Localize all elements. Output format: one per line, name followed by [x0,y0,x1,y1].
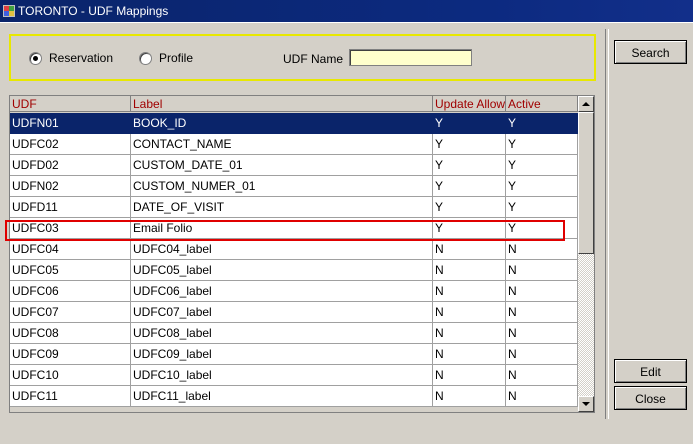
cell-label: CUSTOM_NUMER_01 [131,176,433,197]
cell-update-allow: Y [433,155,506,176]
cell-udf: UDFC08 [10,323,131,344]
cell-label: CUSTOM_DATE_01 [131,155,433,176]
header-label[interactable]: Label [131,96,433,112]
cell-label: DATE_OF_VISIT [131,197,433,218]
udf-table: UDF Label Update Allow Active UDFN01 BOOK… [9,95,595,413]
cell-label: UDFC07_label [131,302,433,323]
cell-update-allow: N [433,365,506,386]
cell-udf: UDFD02 [10,155,131,176]
table-row[interactable]: UDFD11 DATE_OF_VISIT Y Y [10,197,578,218]
vertical-scrollbar[interactable] [578,96,594,412]
cell-update-allow: Y [433,134,506,155]
cell-label: UDFC10_label [131,365,433,386]
table-row[interactable]: UDFC04 UDFC04_label N N [10,239,578,260]
window-title: TORONTO - UDF Mappings [18,4,169,18]
udf-name-input[interactable] [349,49,472,66]
cell-active: Y [506,218,578,239]
cell-active: Y [506,197,578,218]
cell-udf: UDFC10 [10,365,131,386]
cell-udf: UDFN01 [10,113,131,134]
arrow-down-icon [582,402,590,406]
cell-label: Email Folio [131,218,433,239]
scroll-down-button[interactable] [578,396,594,412]
table-row[interactable]: UDFC02 CONTACT_NAME Y Y [10,134,578,155]
filter-panel: Reservation Profile UDF Name [9,34,596,81]
table-row[interactable]: UDFD02 CUSTOM_DATE_01 Y Y [10,155,578,176]
cell-active: N [506,386,578,407]
cell-active: N [506,302,578,323]
cell-update-allow: Y [433,113,506,134]
table-row[interactable]: UDFC11 UDFC11_label N N [10,386,578,407]
table-row[interactable]: UDFC05 UDFC05_label N N [10,260,578,281]
cell-update-allow: N [433,344,506,365]
table-row[interactable]: UDFC07 UDFC07_label N N [10,302,578,323]
title-bar: TORONTO - UDF Mappings [0,0,693,22]
search-button[interactable]: Search [614,40,687,64]
header-udf[interactable]: UDF [10,96,131,112]
cell-update-allow: N [433,260,506,281]
table-row[interactable]: UDFC06 UDFC06_label N N [10,281,578,302]
cell-update-allow: Y [433,218,506,239]
cell-udf: UDFC09 [10,344,131,365]
table-row[interactable]: UDFC09 UDFC09_label N N [10,344,578,365]
cell-active: N [506,281,578,302]
radio-profile-dot[interactable] [139,51,152,65]
cell-udf: UDFD11 [10,197,131,218]
vertical-divider [605,29,609,419]
cell-active: Y [506,176,578,197]
cell-update-allow: Y [433,197,506,218]
edit-button[interactable]: Edit [614,359,687,383]
cell-active: N [506,323,578,344]
radio-reservation-label: Reservation [49,51,114,65]
udf-name-label: UDF Name [283,52,344,66]
cell-active: N [506,239,578,260]
radio-reservation-dot[interactable] [29,51,42,65]
table-row[interactable]: UDFN01 BOOK_ID Y Y [10,113,578,134]
dialog-body: Reservation Profile UDF Name UDF Label U… [0,22,693,444]
table-row[interactable]: UDFC03 Email Folio Y Y [10,218,578,239]
header-active[interactable]: Active [506,96,578,112]
cell-active: N [506,260,578,281]
arrow-up-icon [582,102,590,106]
cell-label: UDFC11_label [131,386,433,407]
cell-udf: UDFC04 [10,239,131,260]
cell-update-allow: Y [433,176,506,197]
radio-profile[interactable]: Profile [139,51,193,65]
cell-udf: UDFC06 [10,281,131,302]
cell-udf: UDFC07 [10,302,131,323]
cell-active: Y [506,134,578,155]
cell-udf: UDFN02 [10,176,131,197]
cell-active: N [506,365,578,386]
cell-label: UDFC05_label [131,260,433,281]
table-row[interactable]: UDFN02 CUSTOM_NUMER_01 Y Y [10,176,578,197]
cell-active: N [506,344,578,365]
app-icon [3,5,15,17]
close-button[interactable]: Close [614,386,687,410]
cell-label: UDFC08_label [131,323,433,344]
cell-label: UDFC09_label [131,344,433,365]
cell-active: Y [506,155,578,176]
cell-label: UDFC04_label [131,239,433,260]
cell-udf: UDFC03 [10,218,131,239]
scroll-up-button[interactable] [578,96,594,112]
radio-reservation[interactable]: Reservation [29,51,113,65]
cell-udf: UDFC02 [10,134,131,155]
cell-active: Y [506,113,578,134]
cell-udf: UDFC11 [10,386,131,407]
cell-update-allow: N [433,323,506,344]
cell-udf: UDFC05 [10,260,131,281]
table-row[interactable]: UDFC08 UDFC08_label N N [10,323,578,344]
table-header: UDF Label Update Allow Active [10,96,578,113]
header-update-allow[interactable]: Update Allow [433,96,506,112]
cell-label: UDFC06_label [131,281,433,302]
cell-update-allow: N [433,386,506,407]
cell-label: BOOK_ID [131,113,433,134]
cell-label: CONTACT_NAME [131,134,433,155]
cell-update-allow: N [433,302,506,323]
cell-update-allow: N [433,281,506,302]
table-row[interactable]: UDFC10 UDFC10_label N N [10,365,578,386]
cell-update-allow: N [433,239,506,260]
scrollbar-thumb[interactable] [578,112,594,254]
radio-profile-label: Profile [159,51,194,65]
